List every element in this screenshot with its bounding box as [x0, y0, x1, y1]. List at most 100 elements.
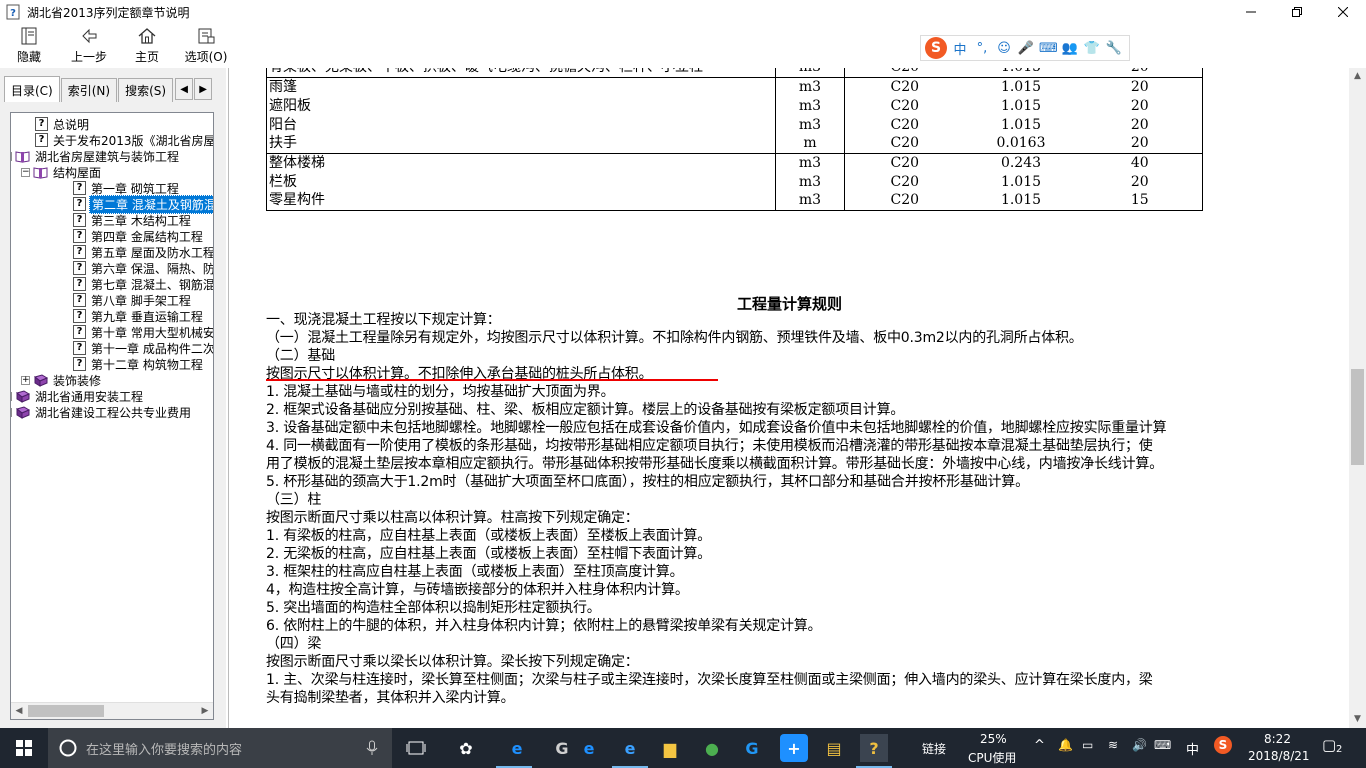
ime-voice-icon[interactable]: 🎤 [1017, 41, 1035, 56]
clock-time[interactable]: 8:22 [1264, 732, 1291, 746]
back-arrow-icon [82, 28, 97, 44]
internet-explorer-icon[interactable]: e [616, 734, 644, 762]
tree-item-label: 湖北省通用安装工程 [35, 389, 144, 404]
close-button[interactable] [1320, 0, 1366, 24]
expand-icon[interactable]: + [11, 407, 12, 417]
tab-scroll-right-icon[interactable]: ▶ [194, 78, 213, 100]
collapse-icon[interactable]: − [11, 151, 12, 161]
notification-bell-icon[interactable]: 🔔 [1058, 738, 1073, 752]
table-cell-name: 有梁板、无梁板、平板、拱板、暖气电缆沟、挑檐天沟、栏杆、小立柱 [266, 68, 776, 78]
tree-item[interactable]: + 装饰装修 [21, 372, 103, 388]
action-center-icon[interactable]: ▢ [1322, 736, 1336, 754]
tree-item[interactable]: ? 第七章 混凝土、钢筋混 [73, 276, 213, 292]
options-button[interactable]: 选项(O) [184, 24, 228, 68]
help-page-icon: ? [73, 245, 86, 259]
start-button[interactable] [0, 728, 48, 768]
tab-search[interactable]: 搜索(S) [118, 78, 174, 102]
browser-icon[interactable]: G [548, 734, 576, 762]
tree-item-label: 第十一章 成品构件二次 [91, 341, 214, 356]
tree-item[interactable]: ? 第九章 垂直运输工程 [73, 308, 205, 324]
ime-keyboard-icon[interactable]: ⌨ [1039, 41, 1058, 56]
green-app-icon[interactable]: ● [698, 734, 726, 762]
tab-contents[interactable]: 目录(C) [4, 76, 60, 102]
help-viewer-taskbar-icon[interactable]: ? [860, 734, 888, 762]
scrollbar-thumb[interactable] [1351, 369, 1364, 465]
ime-punctuation[interactable]: °, [973, 41, 991, 56]
tree-item[interactable]: ? 第十章 常用大型机械安 [73, 324, 213, 340]
tree-item[interactable]: ? 第二章 混凝土及钢筋混 [73, 194, 213, 214]
home-label: 主页 [134, 50, 159, 64]
contents-tree[interactable]: ?总说明?关于发布2013版《湖北省房屋−湖北省房屋建筑与装饰工程−结构屋面?第… [10, 112, 214, 720]
tree-horizontal-scrollbar[interactable]: ◀ ▶ [11, 702, 213, 719]
rules-text-line: 1. 有梁板的柱高，应自柱基上表面（或楼板上表面）至楼板上表面计算。 [266, 528, 712, 544]
g-app-icon[interactable]: G [738, 734, 766, 762]
ime-user-icon[interactable]: 👥 [1061, 41, 1079, 56]
file-explorer-icon[interactable]: ▆ [656, 734, 684, 762]
table-cell-unit: m3 [775, 172, 845, 191]
ime-skin-icon[interactable]: 👕 [1083, 41, 1101, 56]
tab-index[interactable]: 索引(N) [60, 78, 118, 102]
ime-toolbar[interactable]: S 中 °, ☺ 🎤 ⌨ 👥 👕 🔧 [920, 35, 1130, 61]
book-icon [15, 389, 30, 403]
tree-item[interactable]: ? 第三章 木结构工程 [73, 212, 193, 228]
restore-button[interactable] [1274, 0, 1320, 24]
hide-button[interactable]: 隐藏 [12, 24, 46, 68]
help-file-icon: ? [6, 4, 20, 20]
scroll-left-icon[interactable]: ◀ [11, 704, 27, 719]
rules-text-line: 4. 同一横截面有一阶使用了模板的条形基础，均按带形基础相应定额项目执行；未使用… [266, 438, 1153, 454]
network-icon[interactable]: ▭ [1082, 738, 1093, 752]
scrollbar-thumb[interactable] [28, 705, 104, 717]
ime-emoji-icon[interactable]: ☺ [995, 41, 1013, 56]
plus-app-icon[interactable]: + [780, 734, 808, 762]
minimize-button[interactable] [1228, 0, 1274, 24]
show-hidden-icons-icon[interactable]: ^ [1034, 738, 1045, 753]
links-toolbar-label[interactable]: 链接 [922, 740, 946, 757]
sogou-tray-icon[interactable]: S [1214, 736, 1232, 754]
tree-item[interactable]: − 结构屋面 [21, 164, 103, 180]
tree-item-label: 第三章 木结构工程 [91, 213, 191, 228]
task-view-icon[interactable] [402, 734, 430, 762]
scroll-down-icon[interactable]: ▼ [1349, 711, 1366, 728]
ime-tools-icon[interactable]: 🔧 [1105, 41, 1123, 56]
clock-date[interactable]: 2018/8/21 [1248, 749, 1310, 763]
tree-item[interactable]: ? 关于发布2013版《湖北省房屋 [35, 132, 213, 148]
rules-text-line: 3. 设备基础定额中未包括地脚螺栓。地脚螺栓一般应包括在成套设备价值内，如成套设… [266, 420, 1167, 436]
ie-browser-icon[interactable]: e [503, 734, 531, 762]
tab-scroll-left-icon[interactable]: ◀ [175, 78, 194, 100]
collapse-icon[interactable]: − [21, 167, 30, 177]
help-page-icon: ? [73, 197, 86, 211]
fan-app-icon[interactable]: ✿ [452, 734, 480, 762]
table-cell-name: 整体楼梯 [266, 153, 776, 172]
microphone-icon[interactable] [366, 740, 378, 756]
expand-icon[interactable]: + [21, 375, 30, 385]
tree-item[interactable]: − 湖北省房屋建筑与装饰工程 [11, 148, 181, 164]
edge-browser-icon[interactable]: e [575, 734, 603, 762]
back-button[interactable]: 上一步 [68, 24, 110, 68]
volume-icon[interactable]: 🔊 [1132, 738, 1147, 752]
tree-item[interactable]: + 湖北省通用安装工程 [11, 388, 145, 404]
home-button[interactable]: 主页 [132, 24, 162, 68]
tree-item[interactable]: ? 第四章 金属结构工程 [73, 228, 205, 244]
tree-item[interactable]: ? 第六章 保温、隔热、防 [73, 260, 213, 276]
ime-chinese-mode[interactable]: 中 [951, 39, 969, 58]
content-vertical-scrollbar[interactable]: ▲ ▼ [1349, 68, 1366, 728]
wifi-icon[interactable]: ≋ [1108, 738, 1118, 752]
tree-item[interactable]: ? 第五章 屋面及防水工程 [73, 244, 213, 260]
tree-item[interactable]: ? 第十一章 成品构件二次 [73, 340, 214, 356]
scroll-up-icon[interactable]: ▲ [1349, 68, 1366, 85]
ime-indicator[interactable]: 中 [1186, 739, 1199, 758]
tree-item[interactable]: ? 第十二章 构筑物工程 [73, 356, 205, 372]
tree-item[interactable]: + 湖北省建设工程公共专业费用 [11, 404, 193, 420]
table-cell-amount: 1.015 [1000, 173, 1042, 190]
help-page-icon: ? [73, 261, 86, 275]
tree-item[interactable]: ? 总说明 [35, 116, 91, 132]
cpu-label: CPU使用 [968, 751, 1017, 765]
expand-icon[interactable]: + [11, 391, 12, 401]
taskbar-search-box[interactable]: 在这里输入你要搜索的内容 [48, 728, 392, 768]
scroll-right-icon[interactable]: ▶ [197, 704, 213, 719]
notes-app-icon[interactable]: ▤ [820, 734, 848, 762]
tree-item[interactable]: ? 第八章 脚手架工程 [73, 292, 193, 308]
keyboard-icon[interactable]: ⌨ [1154, 738, 1171, 752]
sogou-logo-icon[interactable]: S [925, 37, 947, 59]
table-cell-unit: m3 [775, 191, 845, 211]
